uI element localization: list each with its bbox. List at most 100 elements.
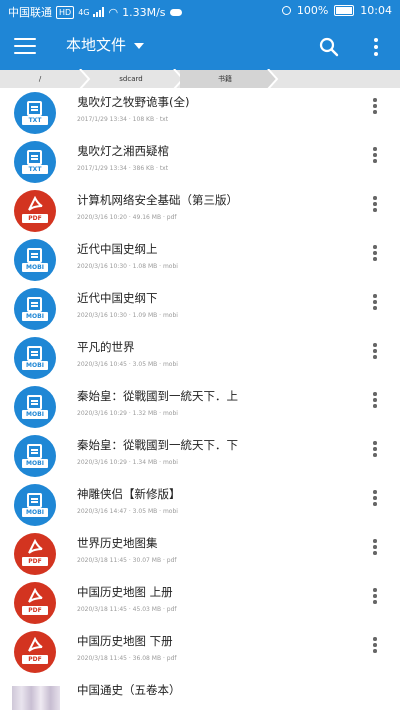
status-left: 中国联通 HD 4G ◠ 1.33M/s xyxy=(8,4,182,20)
file-more-button[interactable] xyxy=(368,145,382,167)
more-dot xyxy=(374,45,378,49)
more-dot xyxy=(373,196,377,200)
mobi-file-icon: MOBI xyxy=(14,239,56,281)
file-row[interactable]: 中国通史（五卷本） xyxy=(0,676,400,710)
breadcrumb-current[interactable]: 书籍 xyxy=(180,70,270,88)
file-name: 平凡的世界 xyxy=(77,340,135,354)
more-dot xyxy=(373,551,377,555)
location-dropdown[interactable]: 本地文件 xyxy=(66,34,145,55)
file-row[interactable]: MOBI 神雕侠侣【新修版】 2020/3/16 14:47 · 3.05 MB… xyxy=(0,480,400,529)
file-row[interactable]: PDF 中国历史地图 上册 2020/3/18 11:45 · 45.03 MB… xyxy=(0,578,400,627)
file-name: 计算机网络安全基础（第三版） xyxy=(77,193,238,207)
file-name: 近代中国史纲上 xyxy=(77,242,158,256)
file-type-tag: TXT xyxy=(22,116,48,125)
more-dot xyxy=(373,649,377,653)
file-more-button[interactable] xyxy=(368,292,382,314)
file-name: 世界历史地图集 xyxy=(77,536,158,550)
more-dot xyxy=(373,490,377,494)
acrobat-glyph xyxy=(28,196,43,211)
document-glyph xyxy=(27,346,42,361)
file-name: 神雕侠侣【新修版】 xyxy=(77,487,181,501)
file-row[interactable]: PDF 世界历史地图集 2020/3/18 11:45 · 30.07 MB ·… xyxy=(0,529,400,578)
file-more-button[interactable] xyxy=(368,390,382,412)
file-row[interactable]: PDF 计算机网络安全基础（第三版） 2020/3/16 10:20 · 49.… xyxy=(0,186,400,235)
file-meta: 2020/3/16 10:45 · 3.05 MB · mobi xyxy=(77,361,178,368)
mobi-file-icon: MOBI xyxy=(14,435,56,477)
battery-percent: 100% xyxy=(296,4,329,17)
acrobat-glyph xyxy=(28,588,43,603)
menu-button[interactable] xyxy=(14,38,36,56)
file-row[interactable]: PDF 中国历史地图 下册 2020/3/18 11:45 · 36.08 MB… xyxy=(0,627,400,676)
more-dot xyxy=(373,300,377,304)
file-more-button[interactable] xyxy=(368,537,382,559)
file-meta: 2020/3/16 10:30 · 1.08 MB · mobi xyxy=(77,263,178,270)
more-dot xyxy=(373,404,377,408)
file-row[interactable]: MOBI 平凡的世界 2020/3/16 10:45 · 3.05 MB · m… xyxy=(0,333,400,382)
more-dot xyxy=(373,245,377,249)
file-meta: 2020/3/18 11:45 · 30.07 MB · pdf xyxy=(77,557,177,564)
file-row[interactable]: TXT 鬼吹灯之湘西疑棺 2017/1/29 13:34 · 386 KB · … xyxy=(0,137,400,186)
more-dot xyxy=(373,104,377,108)
file-type-tag: MOBI xyxy=(22,263,48,272)
file-meta: 2020/3/18 11:45 · 36.08 MB · pdf xyxy=(77,655,177,662)
pdf-file-icon: PDF xyxy=(14,631,56,673)
cloud-icon xyxy=(169,8,182,16)
file-more-button[interactable] xyxy=(368,586,382,608)
document-glyph xyxy=(27,101,42,116)
file-row[interactable]: MOBI 近代中国史纲下 2020/3/16 10:30 · 1.09 MB ·… xyxy=(0,284,400,333)
file-meta: 2017/1/29 13:34 · 386 KB · txt xyxy=(77,165,169,172)
breadcrumb-root[interactable]: / xyxy=(0,70,80,88)
file-row[interactable]: MOBI 秦始皇：從戰國到一統天下．下 2020/3/16 10:29 · 1.… xyxy=(0,431,400,480)
file-meta: 2020/3/18 11:45 · 45.03 MB · pdf xyxy=(77,606,177,613)
file-meta: 2017/1/29 13:34 · 108 KB · txt xyxy=(77,116,169,123)
file-meta: 2020/3/16 10:30 · 1.09 MB · mobi xyxy=(77,312,178,319)
more-dot xyxy=(373,147,377,151)
more-dot xyxy=(373,447,377,451)
more-dot xyxy=(373,251,377,255)
more-dot xyxy=(373,539,377,543)
status-bar: 中国联通 HD 4G ◠ 1.33M/s 100% 10:04 xyxy=(0,0,400,24)
file-more-button[interactable] xyxy=(368,194,382,216)
more-dot xyxy=(373,594,377,598)
file-name: 中国通史（五卷本） xyxy=(77,683,181,697)
file-row[interactable]: TXT 鬼吹灯之牧野诡事(全) 2017/1/29 13:34 · 108 KB… xyxy=(0,88,400,137)
file-meta: 2020/3/16 10:20 · 49.16 MB · pdf xyxy=(77,214,177,221)
file-more-button[interactable] xyxy=(368,341,382,363)
file-more-button[interactable] xyxy=(368,439,382,461)
overflow-menu-button[interactable] xyxy=(370,36,382,58)
file-name: 鬼吹灯之牧野诡事(全) xyxy=(77,95,190,109)
file-type-tag: MOBI xyxy=(22,410,48,419)
signal-icon xyxy=(93,7,105,17)
more-dot xyxy=(373,153,377,157)
file-row[interactable]: MOBI 近代中国史纲上 2020/3/16 10:30 · 1.08 MB ·… xyxy=(0,235,400,284)
search-button[interactable] xyxy=(318,36,340,58)
acrobat-glyph xyxy=(28,637,43,652)
more-dot xyxy=(373,110,377,114)
file-more-button[interactable] xyxy=(368,635,382,657)
file-type-tag: PDF xyxy=(22,557,48,566)
mobi-file-icon: MOBI xyxy=(14,288,56,330)
file-row[interactable]: MOBI 秦始皇：從戰國到一統天下．上 2020/3/16 10:29 · 1.… xyxy=(0,382,400,431)
file-more-button[interactable] xyxy=(368,96,382,118)
file-name: 中国历史地图 上册 xyxy=(77,585,173,599)
file-name: 秦始皇：從戰國到一統天下．上 xyxy=(77,389,238,403)
breadcrumb-sdcard[interactable]: sdcard xyxy=(86,70,176,88)
more-dot xyxy=(373,441,377,445)
file-meta: 2020/3/16 10:29 · 1.32 MB · mobi xyxy=(77,410,178,417)
wifi-icon: ◠ xyxy=(108,5,119,19)
file-type-tag: MOBI xyxy=(22,459,48,468)
more-dot xyxy=(373,355,377,359)
file-type-tag: PDF xyxy=(22,214,48,223)
file-more-button[interactable] xyxy=(368,243,382,265)
hd-badge: HD xyxy=(56,5,75,19)
file-meta: 2020/3/16 14:47 · 3.05 MB · mobi xyxy=(77,508,178,515)
document-glyph xyxy=(27,150,42,165)
menu-icon-bar xyxy=(14,38,36,40)
file-type-tag: MOBI xyxy=(22,312,48,321)
more-dot xyxy=(373,643,377,647)
network-speed: 1.33M/s xyxy=(122,5,166,19)
file-type-tag: PDF xyxy=(22,606,48,615)
file-type-tag: MOBI xyxy=(22,361,48,370)
file-more-button[interactable] xyxy=(368,488,382,510)
file-meta: 2020/3/16 10:29 · 1.34 MB · mobi xyxy=(77,459,178,466)
